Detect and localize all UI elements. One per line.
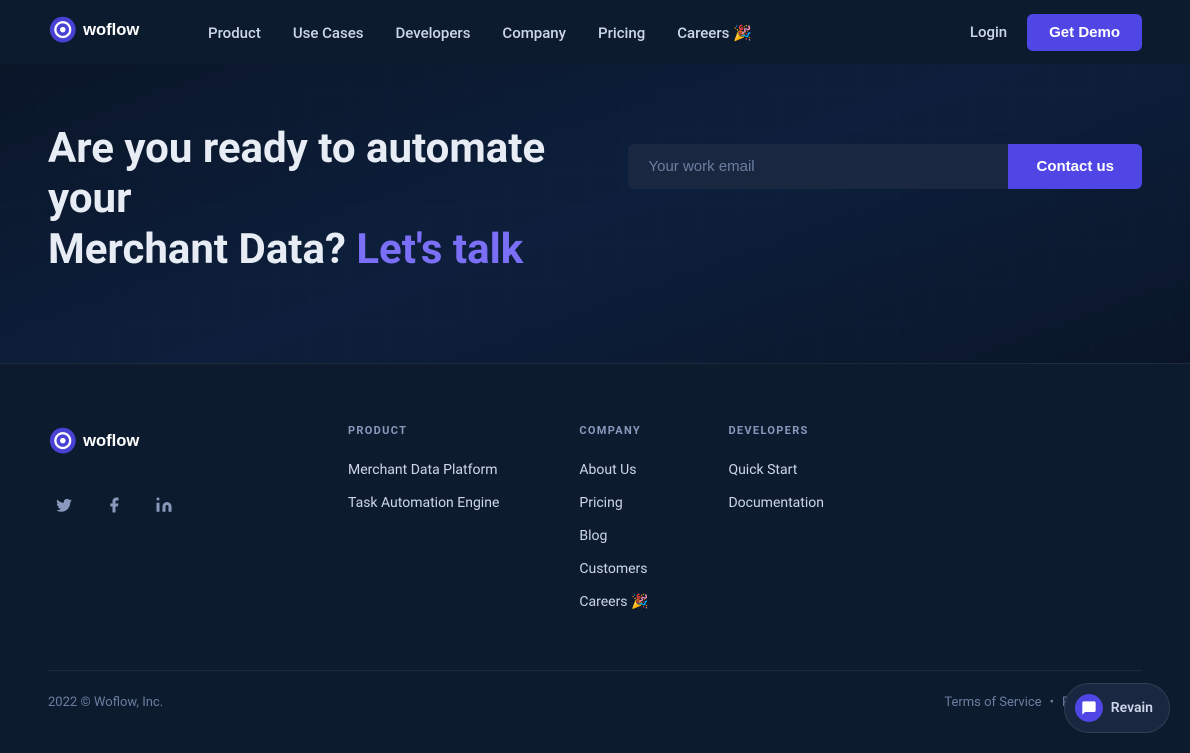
list-item[interactable]: Customers <box>579 558 648 577</box>
list-item[interactable]: Task Automation Engine <box>348 492 499 511</box>
nav-item-careers[interactable]: Careers 🎉 <box>677 23 752 42</box>
nav-item-pricing[interactable]: Pricing <box>598 23 645 42</box>
terms-link[interactable]: Terms of Service <box>944 695 1041 710</box>
nav-logo[interactable]: woflow <box>48 13 168 50</box>
list-item[interactable]: Documentation <box>728 492 824 511</box>
footer-product-links: Merchant Data Platform Task Automation E… <box>348 459 499 511</box>
linkedin-icon[interactable] <box>148 489 180 521</box>
footer-developers-links: Quick Start Documentation <box>728 459 824 511</box>
footer-columns: PRODUCT Merchant Data Platform Task Auto… <box>348 424 1142 610</box>
list-item[interactable]: Merchant Data Platform <box>348 459 499 478</box>
twitter-icon[interactable] <box>48 489 80 521</box>
footer-company-links: About Us Pricing Blog Customers Careers … <box>579 459 648 610</box>
list-item[interactable]: Careers 🎉 <box>579 591 648 610</box>
nav-links: Product Use Cases Developers Company Pri… <box>208 23 752 42</box>
footer-logo: woflow <box>48 424 168 461</box>
revain-label: Revain <box>1111 700 1153 716</box>
email-input[interactable] <box>628 144 1008 189</box>
list-item[interactable]: About Us <box>579 459 648 478</box>
hero-form: Contact us <box>628 144 1142 189</box>
dot-separator: • <box>1050 695 1054 710</box>
hero-background <box>0 64 1190 363</box>
footer-col-product: PRODUCT Merchant Data Platform Task Auto… <box>348 424 499 610</box>
hero-section: Are you ready to automate yourMerchant D… <box>0 64 1190 363</box>
footer-col-company: COMPANY About Us Pricing Blog Customers … <box>579 424 648 610</box>
nav-right: Login Get Demo <box>970 14 1142 51</box>
login-link[interactable]: Login <box>970 23 1007 41</box>
svg-text:woflow: woflow <box>82 21 139 40</box>
copyright-text: 2022 © Woflow, Inc. <box>48 695 163 710</box>
footer-bottom: 2022 © Woflow, Inc. Terms of Service • P… <box>48 670 1142 710</box>
list-item[interactable]: Pricing <box>579 492 648 511</box>
footer: woflow <box>0 363 1190 750</box>
facebook-icon[interactable] <box>98 489 130 521</box>
footer-developers-heading: DEVELOPERS <box>728 424 824 437</box>
footer-col-developers: DEVELOPERS Quick Start Documentation <box>728 424 824 610</box>
list-item[interactable]: Quick Start <box>728 459 824 478</box>
nav-item-product[interactable]: Product <box>208 23 261 42</box>
footer-company-heading: COMPANY <box>579 424 648 437</box>
footer-product-heading: PRODUCT <box>348 424 499 437</box>
revain-widget[interactable]: Revain <box>1064 683 1170 733</box>
social-icons <box>48 489 268 521</box>
nav-item-company[interactable]: Company <box>502 23 566 42</box>
nav-item-use-cases[interactable]: Use Cases <box>293 23 364 42</box>
footer-brand: woflow <box>48 424 268 610</box>
contact-us-button[interactable]: Contact us <box>1008 144 1142 189</box>
get-demo-button[interactable]: Get Demo <box>1027 14 1142 51</box>
svg-text:woflow: woflow <box>82 431 139 450</box>
list-item[interactable]: Blog <box>579 525 648 544</box>
navbar: woflow Product Use Cases Developers Comp… <box>0 0 1190 64</box>
revain-icon <box>1075 694 1103 722</box>
footer-top: woflow <box>48 424 1142 610</box>
nav-item-developers[interactable]: Developers <box>395 23 470 42</box>
nav-left: woflow Product Use Cases Developers Comp… <box>48 13 752 50</box>
